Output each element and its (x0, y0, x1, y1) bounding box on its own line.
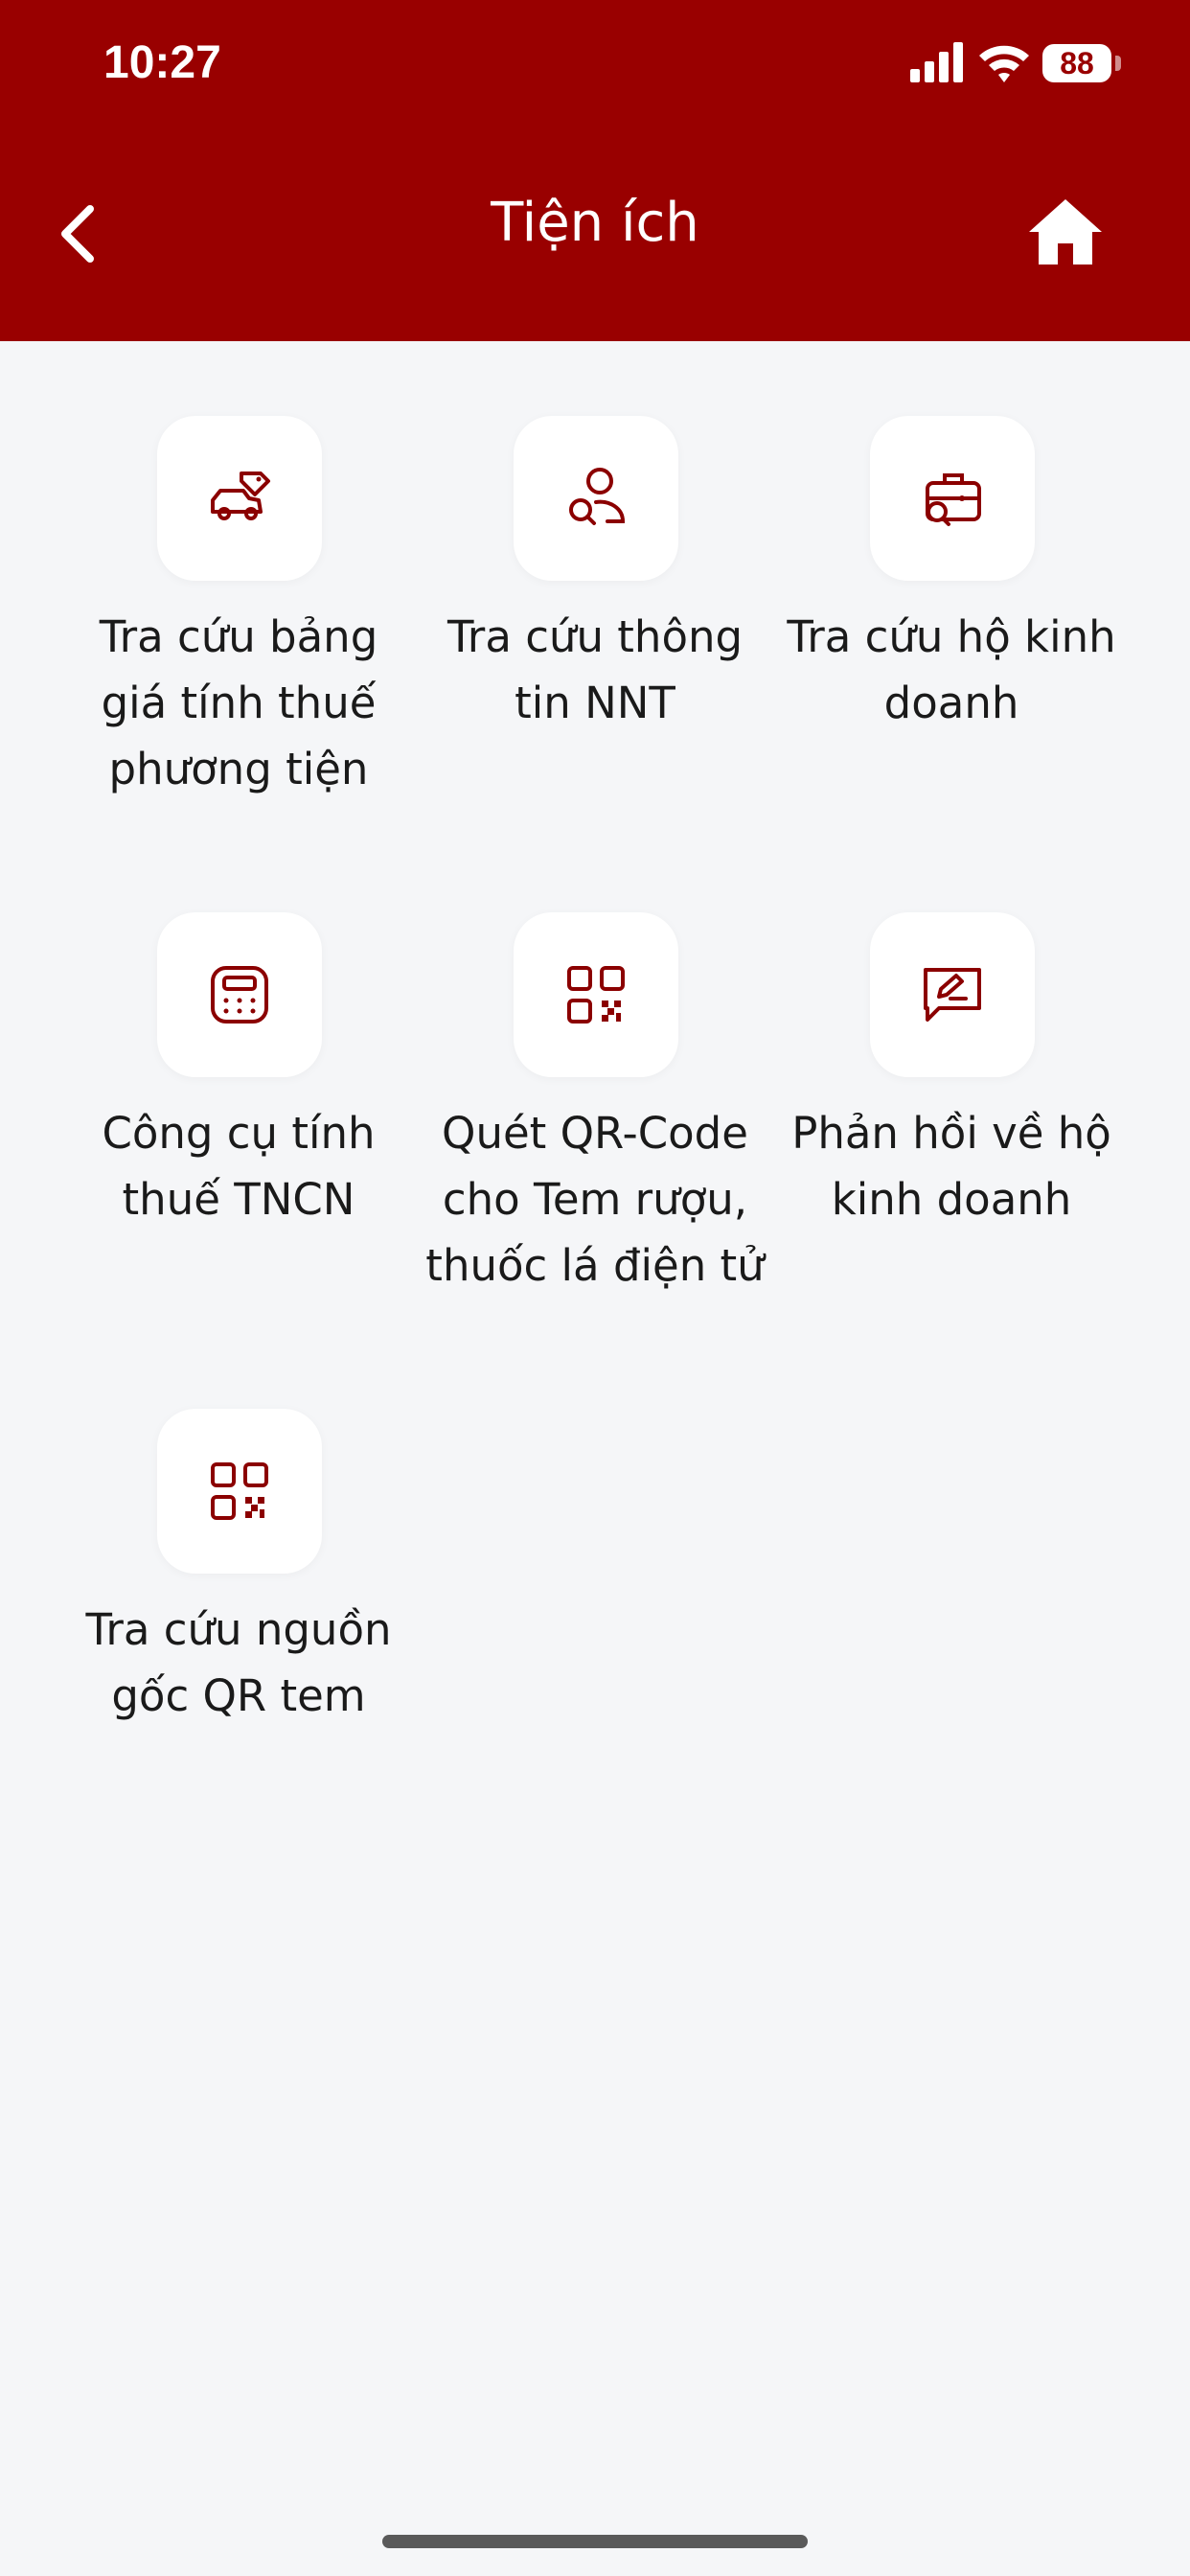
home-indicator[interactable] (382, 2535, 808, 2548)
wifi-icon (979, 45, 1029, 82)
home-button[interactable] (1025, 196, 1106, 268)
app-header: 10:27 88 Tiện ích (0, 0, 1190, 341)
tile-icon-box (157, 1409, 322, 1574)
tile-icon-box (870, 912, 1035, 1077)
tile-icon-box (870, 416, 1035, 581)
tile-icon-box (157, 416, 322, 581)
tile-label: Phản hồi về hộ kinh doanh (791, 1108, 1111, 1225)
tile-label: Công cụ tính thuế TNCN (102, 1108, 376, 1225)
cellular-signal-icon (910, 42, 963, 82)
tile-icon-box (514, 416, 678, 581)
battery-tip (1115, 56, 1121, 71)
briefcase-search-icon (926, 473, 981, 526)
user-search-icon (569, 468, 626, 525)
feedback-edit-icon (924, 968, 981, 1022)
tile-label: Tra cứu bảng giá tính thuế phương tiện (99, 611, 378, 794)
qr-code-icon (211, 1462, 268, 1520)
tile-label: Tra cứu hộ kinh doanh (787, 611, 1116, 728)
battery-level: 88 (1060, 46, 1094, 80)
home-icon (1029, 199, 1102, 264)
calculator-icon (211, 966, 268, 1024)
car-tag-icon (211, 472, 270, 520)
page-title: Tiện ích (491, 192, 699, 254)
tile-label: Quét QR-Code cho Tem rượu, thuốc lá điện… (425, 1108, 765, 1291)
tile-icon-box (157, 912, 322, 1077)
qr-code-icon (567, 966, 625, 1024)
tile-icon-box (514, 912, 678, 1077)
tile-label: Tra cứu thông tin NNT (446, 611, 744, 728)
status-icons: 88 (910, 40, 1140, 90)
battery-icon: 88 (1042, 44, 1111, 82)
status-time: 10:27 (103, 37, 221, 88)
tile-label: Tra cứu nguồn gốc QR tem (85, 1604, 392, 1721)
